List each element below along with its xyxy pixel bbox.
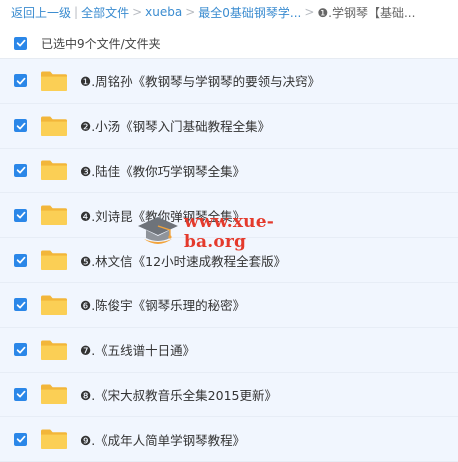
checkbox-checked-icon: [16, 391, 25, 398]
file-row[interactable]: ❶.周铭孙《教钢琴与学钢琴的要领与决窍》: [0, 59, 458, 104]
breadcrumb-all-files-link[interactable]: 全部文件: [81, 4, 129, 21]
breadcrumb-arrow: >: [304, 5, 315, 19]
row-checkbox[interactable]: [14, 74, 27, 88]
file-row[interactable]: ❹.刘诗昆《教你弹钢琴全集》: [0, 193, 458, 239]
file-row[interactable]: ❼.《五线谱十日通》: [0, 327, 458, 373]
row-checkbox[interactable]: [14, 208, 27, 222]
breadcrumb-course-link[interactable]: 最全0基础钢琴学...: [198, 4, 301, 21]
breadcrumb-back-link[interactable]: 返回上一级: [11, 4, 71, 21]
file-name[interactable]: ❹.刘诗昆《教你弹钢琴全集》: [80, 206, 245, 225]
selection-count-label: 已选中9个文件/文件夹: [41, 36, 161, 51]
folder-icon: [41, 160, 67, 181]
file-row[interactable]: ❸.陆佳《教你巧学钢琴全集》: [0, 148, 458, 194]
checkbox-checked-icon: [16, 122, 25, 130]
breadcrumb-current: ❶.学钢琴【基础...: [317, 5, 416, 20]
select-all-checkbox[interactable]: [14, 36, 27, 50]
checkbox-checked-icon: [16, 301, 25, 309]
row-checkbox[interactable]: [14, 343, 27, 357]
row-checkbox[interactable]: [14, 163, 27, 177]
folder-icon: [41, 384, 67, 405]
breadcrumb-xueba-link[interactable]: xueba: [145, 5, 182, 19]
row-checkbox[interactable]: [14, 298, 27, 312]
file-name[interactable]: ❷.小汤《钢琴入门基础教程全集》: [80, 116, 270, 135]
checkbox-checked-icon: [16, 167, 25, 174]
breadcrumb-separator: |: [74, 5, 79, 19]
file-row[interactable]: ❽.《宋大叔教音乐全集2015更新》: [0, 372, 458, 418]
file-name[interactable]: ❻.陈俊宇《钢琴乐理的秘密》: [80, 295, 245, 314]
checkbox-checked-icon: [16, 346, 25, 354]
file-name[interactable]: ❼.《五线谱十日通》: [80, 340, 195, 359]
row-checkbox[interactable]: [14, 253, 27, 267]
checkbox-checked-icon: [16, 436, 25, 443]
file-name[interactable]: ❶.周铭孙《教钢琴与学钢琴的要领与决窍》: [80, 71, 320, 90]
file-name[interactable]: ❸.陆佳《教你巧学钢琴全集》: [80, 161, 245, 180]
folder-icon: [41, 340, 67, 360]
file-row[interactable]: ❾.《成年人简单学钢琴教程》: [0, 417, 458, 462]
checkbox-checked-icon: [16, 77, 25, 85]
folder-icon: [41, 250, 67, 271]
file-name[interactable]: ❽.《宋大叔教音乐全集2015更新》: [80, 385, 277, 404]
file-name[interactable]: ❾.《成年人简单学钢琴教程》: [80, 430, 245, 449]
file-row[interactable]: ❻.陈俊宇《钢琴乐理的秘密》: [0, 282, 458, 328]
file-list: ❶.周铭孙《教钢琴与学钢琴的要领与决窍》 ❷.小汤《钢琴入门基础教程全集》 ❸.…: [0, 58, 458, 462]
row-checkbox[interactable]: [14, 432, 27, 446]
file-row[interactable]: ❷.小汤《钢琴入门基础教程全集》: [0, 103, 458, 149]
folder-icon: [41, 295, 67, 315]
file-name[interactable]: ❺.林文信《12小时速成教程全套版》: [80, 251, 286, 270]
breadcrumb-arrow: >: [132, 5, 143, 19]
checkbox-checked-icon: [16, 256, 25, 264]
folder-icon: [41, 71, 67, 91]
folder-icon: [41, 116, 67, 136]
checkbox-checked-icon: [16, 212, 25, 219]
folder-icon: [41, 205, 67, 226]
checkbox-checked-icon: [16, 39, 25, 47]
breadcrumb: 返回上一级 | 全部文件 > xueba > 最全0基础钢琴学... > ❶.学…: [0, 0, 458, 24]
row-checkbox[interactable]: [14, 119, 27, 133]
row-checkbox[interactable]: [14, 387, 27, 401]
select-all-bar: 已选中9个文件/文件夹: [0, 30, 458, 56]
breadcrumb-arrow: >: [185, 5, 196, 19]
file-row[interactable]: ❺.林文信《12小时速成教程全套版》: [0, 238, 458, 283]
folder-icon: [41, 429, 67, 450]
